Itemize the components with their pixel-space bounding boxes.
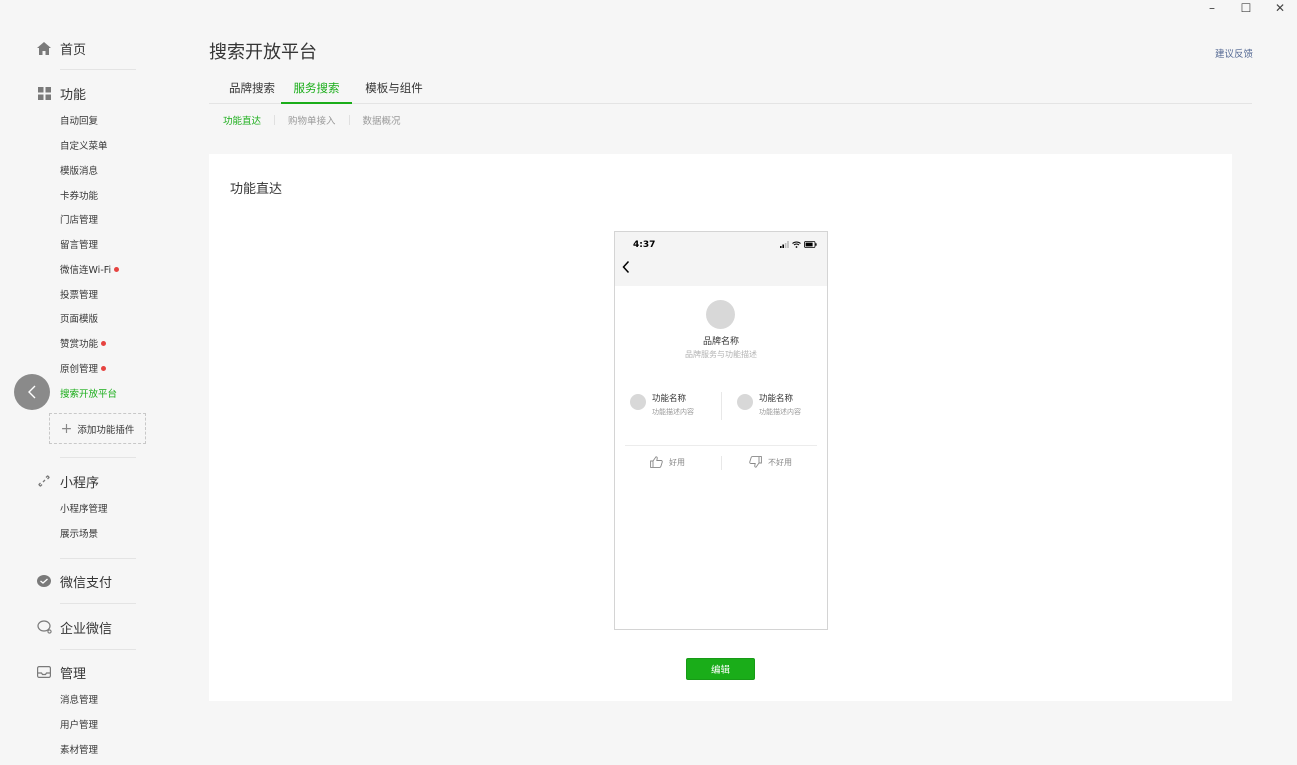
sidebar-item-user-manage[interactable]: 用户管理 — [60, 719, 98, 733]
card-title: 功能直达 — [230, 182, 283, 197]
divider — [60, 603, 136, 604]
tab-service-search[interactable]: 服务搜索 — [281, 80, 352, 104]
sidebar-section-wechat-pay[interactable]: 微信支付 — [36, 571, 136, 591]
sidebar-item-reward[interactable]: 赞赏功能 — [60, 338, 107, 352]
subtab-shopping-list[interactable]: 购物单接入 — [288, 113, 336, 127]
sidebar-section-label: 管理 — [60, 666, 87, 682]
dislike-button[interactable]: 不好用 — [749, 456, 792, 468]
new-badge — [101, 366, 107, 371]
link-icon — [36, 473, 52, 489]
pay-icon — [36, 573, 52, 589]
sidebar-item-comment-manage[interactable]: 留言管理 — [60, 239, 98, 253]
sidebar-item-display-scene[interactable]: 展示场景 — [60, 528, 98, 542]
sidebar: 首页 功能 自动回复 自定义菜单 模版消息 卡券功能 门店管理 留言管理 微信连… — [0, 0, 160, 765]
tab-bar: 品牌搜索 服务搜索 模板与组件 — [209, 80, 1252, 104]
feature-desc: 功能描述内容 — [759, 408, 801, 416]
sidebar-item-material-manage[interactable]: 素材管理 — [60, 744, 98, 758]
like-button[interactable]: 好用 — [650, 456, 685, 468]
new-badge — [114, 267, 120, 272]
sidebar-item-store-manage[interactable]: 门店管理 — [60, 214, 98, 228]
thumbs-up-icon — [650, 456, 663, 468]
status-time: 4:37 — [633, 240, 656, 250]
signal-icon — [780, 241, 789, 248]
brand-avatar — [706, 300, 735, 329]
sidebar-item-home[interactable]: 首页 — [36, 38, 136, 58]
sidebar-section-label: 小程序 — [60, 475, 100, 491]
divider — [60, 457, 136, 458]
sidebar-item-label: 首页 — [60, 42, 87, 58]
sidebar-item-wifi[interactable]: 微信连Wi-Fi — [60, 264, 120, 278]
main-card: 功能直达 4:37 品牌名称 品牌服务与功能描述 功能名称 功能描述内容 功能名… — [209, 154, 1232, 701]
battery-icon — [804, 241, 817, 248]
subtab-divider — [348, 115, 350, 125]
feature-icon — [630, 394, 646, 410]
minimize-button[interactable]: – — [1195, 0, 1229, 16]
divider — [625, 445, 817, 446]
subtab-data-overview[interactable]: 数据概况 — [363, 113, 401, 127]
feature-item[interactable]: 功能名称 功能描述内容 — [630, 392, 730, 422]
chat-icon — [36, 619, 52, 635]
window-controls: – ☐ ✕ — [1195, 0, 1297, 18]
divider — [60, 649, 136, 650]
subtab-direct-access[interactable]: 功能直达 — [223, 113, 261, 127]
phone-preview: 4:37 品牌名称 品牌服务与功能描述 功能名称 功能描述内容 功能名称 功能描… — [614, 231, 828, 630]
sidebar-item-label: 原创管理 — [60, 364, 99, 375]
sidebar-item-template-message[interactable]: 模版消息 — [60, 165, 98, 179]
sidebar-item-label: 微信连Wi-Fi — [60, 265, 112, 276]
sidebar-item-custom-menu[interactable]: 自定义菜单 — [60, 140, 108, 154]
feature-divider — [721, 392, 722, 420]
sidebar-item-miniprogram-manage[interactable]: 小程序管理 — [60, 503, 108, 517]
chevron-left-icon — [28, 385, 36, 399]
inbox-icon — [36, 664, 52, 680]
feature-desc: 功能描述内容 — [652, 408, 694, 416]
brand-name: 品牌名称 — [702, 337, 739, 347]
divider — [60, 558, 136, 559]
sidebar-item-original[interactable]: 原创管理 — [60, 363, 107, 377]
edit-button[interactable]: 编辑 — [686, 658, 755, 680]
wifi-icon — [792, 241, 801, 248]
dislike-label: 不好用 — [768, 457, 792, 467]
thumbs-down-icon — [749, 456, 762, 468]
sidebar-section-features[interactable]: 功能 — [36, 83, 136, 103]
sidebar-section-label: 功能 — [60, 87, 87, 103]
grid-icon — [36, 85, 52, 101]
feedback-link[interactable]: 建议反馈 — [1215, 46, 1253, 60]
brand-description: 品牌服务与功能描述 — [685, 350, 757, 359]
sidebar-section-work-wechat[interactable]: 企业微信 — [36, 617, 136, 637]
sidebar-item-label: 赞赏功能 — [60, 339, 99, 350]
phone-header: 4:37 — [615, 232, 827, 286]
sidebar-section-label: 微信支付 — [60, 575, 113, 591]
feature-name: 功能名称 — [652, 394, 687, 404]
status-icons — [780, 241, 817, 248]
divider — [60, 69, 136, 70]
sidebar-section-manage[interactable]: 管理 — [36, 662, 136, 682]
feature-item[interactable]: 功能名称 功能描述内容 — [737, 392, 837, 422]
add-plugin-label: 添加功能插件 — [77, 424, 135, 436]
sidebar-item-message-manage[interactable]: 消息管理 — [60, 694, 98, 708]
maximize-button[interactable]: ☐ — [1229, 0, 1263, 16]
subtab-divider — [274, 115, 276, 125]
home-icon — [36, 40, 52, 56]
page-title: 搜索开放平台 — [209, 42, 317, 63]
close-button[interactable]: ✕ — [1263, 0, 1297, 16]
tab-templates[interactable]: 模板与组件 — [359, 80, 429, 104]
vote-divider — [721, 456, 722, 470]
like-label: 好用 — [669, 457, 685, 467]
plus-icon: + — [60, 420, 73, 437]
sidebar-item-search-platform[interactable]: 搜索开放平台 — [60, 388, 117, 402]
feature-name: 功能名称 — [759, 394, 794, 404]
sidebar-item-vote-manage[interactable]: 投票管理 — [60, 289, 98, 303]
sidebar-item-page-template[interactable]: 页面模版 — [60, 313, 98, 327]
back-arrow-icon[interactable] — [621, 260, 631, 274]
sidebar-item-coupons[interactable]: 卡券功能 — [60, 190, 98, 204]
tab-brand-search[interactable]: 品牌搜索 — [223, 80, 281, 104]
new-badge — [101, 341, 107, 346]
subtab-bar: 功能直达 购物单接入 数据概况 — [223, 113, 401, 127]
sidebar-section-miniprogram[interactable]: 小程序 — [36, 471, 136, 491]
sidebar-section-label: 企业微信 — [60, 621, 113, 637]
add-plugin-button[interactable]: + 添加功能插件 — [49, 413, 146, 444]
sidebar-item-auto-reply[interactable]: 自动回复 — [60, 115, 98, 129]
feature-icon — [737, 394, 753, 410]
collapse-sidebar-button[interactable] — [14, 374, 50, 410]
